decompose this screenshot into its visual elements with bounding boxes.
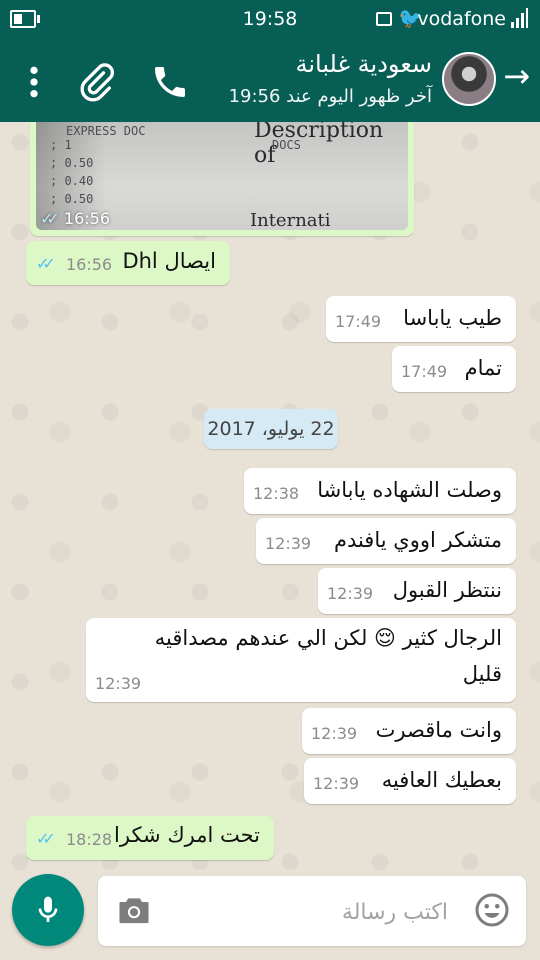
message-time: 12:39 — [311, 724, 358, 743]
gallery-icon — [376, 12, 392, 26]
image-timestamp: ✓✓ 16:56 — [40, 209, 111, 228]
mic-button[interactable] — [12, 874, 84, 946]
status-bar: 19:58 🐦 vodafone — [0, 0, 540, 38]
photo-text: ; 1 — [50, 138, 72, 152]
message-bubble[interactable]: ✓✓ 18:28 تحت امرك شكرا — [26, 816, 274, 860]
emoji-icon[interactable] — [474, 892, 510, 928]
composer — [0, 870, 540, 960]
message-text: وصلت الشهاده ياباشا — [317, 478, 502, 502]
image-message[interactable]: EXPRESS DOC ; 1 ; 0.50 ; 0.40 ; 0.50 Des… — [30, 122, 414, 236]
message-text: ننتظر القبول — [392, 578, 502, 602]
call-icon[interactable] — [150, 62, 190, 102]
message-time: 16:56 — [66, 255, 113, 274]
message-time: 18:28 — [66, 830, 113, 849]
double-check-icon: ✓✓ — [36, 829, 56, 848]
last-seen: آخر ظهور اليوم عند 19:56 — [228, 86, 432, 107]
chat-header: → سعودية غلبانة آخر ظهور اليوم عند 19:56 — [0, 38, 540, 122]
photo-text: DOCS — [272, 138, 301, 152]
message-time: 17:49 — [335, 312, 382, 331]
message-text: تحت امرك شكرا — [114, 823, 260, 847]
message-bubble[interactable]: ✓✓ 16:56 ايصال Dhl — [26, 241, 230, 285]
message-text: الرجال كثير 😌 لكن الي عندهم مصداقيه — [154, 626, 502, 650]
message-bubble[interactable]: 12:39 متشكر اووي يافندم — [256, 518, 516, 564]
message-bubble[interactable]: الرجال كثير 😌 لكن الي عندهم مصداقيه قليل… — [86, 618, 516, 702]
message-time: 17:49 — [401, 362, 448, 381]
message-bubble[interactable]: 12:39 بعطيك العافيه — [304, 758, 516, 804]
photo-text: ; 0.50 — [50, 156, 94, 170]
message-text: قليل — [462, 662, 502, 686]
back-arrow-icon[interactable]: → — [503, 60, 530, 92]
chat-area[interactable]: EXPRESS DOC ; 1 ; 0.50 ; 0.40 ; 0.50 Des… — [0, 122, 540, 870]
message-time: 12:38 — [253, 484, 300, 503]
message-time: 12:39 — [313, 774, 360, 793]
photo-text: EXPRESS DOC — [66, 124, 146, 138]
double-check-icon: ✓✓ — [36, 254, 56, 273]
more-icon[interactable] — [14, 62, 54, 102]
message-bubble[interactable]: 12:39 ننتظر القبول — [318, 568, 516, 614]
message-time: 12:39 — [265, 534, 312, 553]
message-text: متشكر اووي يافندم — [333, 528, 502, 552]
message-time: 12:39 — [95, 674, 142, 693]
message-text: وانت ماقصرت — [375, 718, 502, 742]
message-text: تمام — [464, 356, 502, 380]
message-input[interactable] — [196, 894, 450, 930]
date-separator: 22 يوليو، 2017 — [204, 409, 338, 449]
message-input-box — [98, 876, 526, 946]
attach-icon[interactable] — [76, 62, 116, 102]
photo-text: ; 0.40 — [50, 174, 94, 188]
message-text: ايصال Dhl — [122, 249, 216, 273]
message-bubble[interactable]: 12:39 وانت ماقصرت — [302, 708, 516, 754]
double-check-icon: ✓✓ — [40, 209, 60, 228]
carrier-name: vodafone — [417, 8, 506, 30]
signal-icon — [511, 8, 528, 28]
message-text: طيب ياباسا — [403, 306, 502, 330]
camera-icon[interactable] — [116, 894, 152, 926]
message-bubble[interactable]: 17:49 طيب ياباسا — [326, 296, 516, 342]
message-time: 12:39 — [327, 584, 374, 603]
mic-icon — [38, 896, 58, 922]
avatar[interactable] — [442, 52, 496, 106]
message-bubble[interactable]: 12:38 وصلت الشهاده ياباشا — [244, 468, 516, 514]
contact-name[interactable]: سعودية غلبانة — [295, 50, 432, 78]
message-bubble[interactable]: 17:49 تمام — [392, 346, 516, 392]
photo-text: Internati — [250, 210, 331, 230]
photo-text: ; 0.50 — [50, 192, 94, 206]
message-text: بعطيك العافيه — [381, 768, 502, 792]
